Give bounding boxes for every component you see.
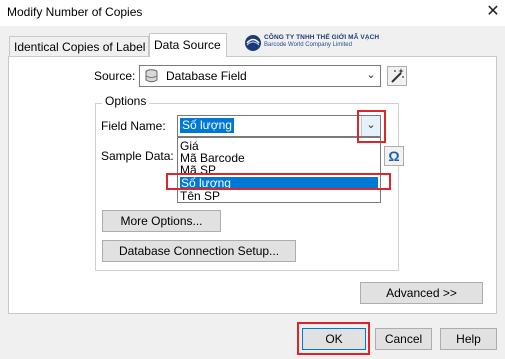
more-options-button[interactable]: More Options... (102, 210, 221, 232)
logo-company-subtitle: Barcode World Company Limited (264, 42, 352, 48)
source-combo[interactable]: Database Field ⌄ (139, 65, 381, 87)
omega-icon[interactable]: Ω (384, 146, 404, 166)
help-button[interactable]: Help (440, 328, 497, 350)
tab-data-source[interactable]: Data Source (149, 33, 227, 57)
dropdown-item[interactable]: Tên SP (180, 190, 220, 202)
field-name-value: Số lượng (180, 118, 234, 133)
database-icon (145, 69, 158, 83)
cancel-button[interactable]: Cancel (375, 328, 432, 350)
database-connection-setup-button[interactable]: Database Connection Setup... (102, 240, 296, 262)
company-logo-icon (245, 35, 261, 51)
magic-wand-icon (391, 68, 404, 83)
chevron-down-icon[interactable]: ⌄ (362, 66, 380, 86)
annotation-highlight-dropdown (357, 110, 386, 143)
source-value: Database Field (166, 69, 247, 83)
logo-company-name: CÔNG TY TNHH THẾ GIỚI MÃ VẠCH (264, 34, 380, 41)
close-button[interactable]: ✕ (484, 2, 502, 22)
tab-identical-copies[interactable]: Identical Copies of Label (9, 36, 149, 56)
field-name-label: Field Name: (101, 119, 166, 133)
field-name-dropdown-list: Giá Mã Barcode Mã SP Số lượng Tên SP (177, 137, 381, 203)
advanced-button[interactable]: Advanced >> (360, 282, 483, 304)
annotation-highlight-selected-item (166, 173, 391, 190)
options-legend: Options (102, 94, 150, 108)
annotation-highlight-ok (297, 322, 370, 355)
sample-data-label: Sample Data: (101, 149, 174, 163)
source-label: Source: (94, 69, 136, 83)
window-title: Modify Number of Copies (7, 5, 143, 19)
magic-wand-button[interactable] (387, 66, 407, 86)
